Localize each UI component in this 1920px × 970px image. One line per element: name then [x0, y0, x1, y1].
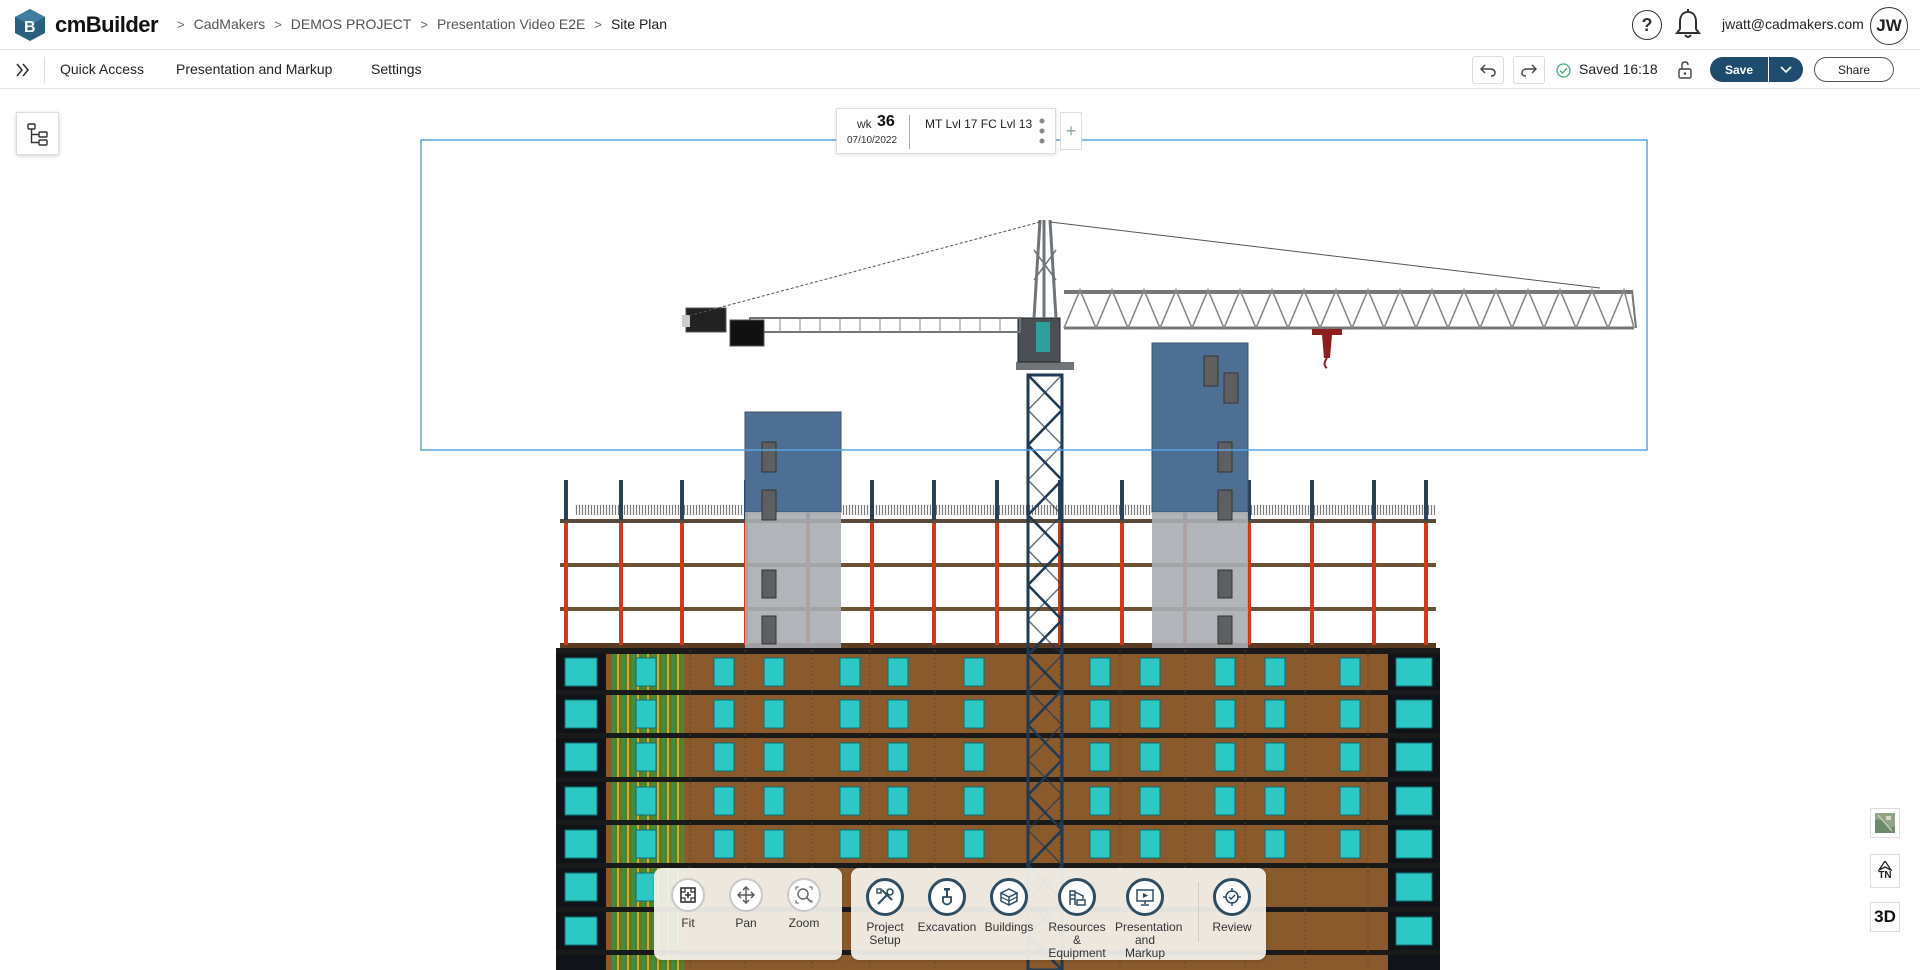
timeline-divider: [909, 115, 910, 149]
true-north-button[interactable]: TN: [1870, 854, 1900, 888]
more-options-icon[interactable]: [1038, 117, 1046, 145]
view-3d-toggle-button[interactable]: 3D: [1870, 902, 1900, 932]
shovel-icon: [928, 878, 966, 916]
excavation-button[interactable]: Excavation: [917, 878, 977, 934]
app-brand: cmBuilder: [55, 12, 159, 37]
help-icon: ?: [1641, 14, 1653, 35]
review-button[interactable]: Review: [1202, 878, 1262, 934]
week-number: 36: [877, 113, 895, 130]
buildings-button[interactable]: Buildings: [979, 878, 1039, 934]
true-north-label: TN: [1878, 870, 1892, 881]
chevron-right-icon: >: [420, 16, 428, 32]
steel-frame-upper-levels: [560, 480, 1436, 648]
expand-sidebar-button[interactable]: [12, 59, 34, 81]
chevron-right-icon: >: [274, 16, 282, 32]
menu-presentation-and-markup[interactable]: Presentation and Markup: [176, 61, 332, 77]
top-header: B cmBuilder > CadMakers > DEMOS PROJECT …: [0, 0, 1920, 50]
phase-label[interactable]: MT Lvl 17 FC Lvl 13: [925, 117, 1032, 131]
review-icon: [1213, 878, 1251, 916]
presentation-markup-label: Presentation and Markup: [1115, 920, 1183, 960]
cmbuilder-logo-icon[interactable]: B: [14, 8, 46, 42]
presentation-icon: [1126, 878, 1164, 916]
basemap-toggle-button[interactable]: [1870, 808, 1900, 838]
site-model-3d-view[interactable]: [0, 90, 1920, 970]
zoom-button[interactable]: Zoom: [774, 878, 834, 930]
undo-button[interactable]: [1472, 56, 1504, 84]
share-button[interactable]: Share: [1814, 57, 1894, 82]
week-label: wk: [857, 117, 872, 131]
project-setup-label: Project Setup: [866, 920, 904, 947]
view-tools-toolbar: Fit Pan Zoom: [654, 868, 842, 960]
schedule-timeline-card[interactable]: wk 36 07/10/2022 MT Lvl 17 FC Lvl 13: [836, 108, 1056, 154]
review-label: Review: [1212, 920, 1252, 934]
week-date: 07/10/2022: [847, 135, 898, 146]
fit-label: Fit: [681, 916, 695, 930]
model-viewport[interactable]: wk 36 07/10/2022 MT Lvl 17 FC Lvl 13 + F…: [0, 90, 1920, 970]
main-tools-toolbar: Project Setup Excavation Buildings Resour…: [851, 868, 1266, 960]
menu-quick-access[interactable]: Quick Access: [60, 61, 144, 77]
chevron-right-icon: >: [594, 16, 602, 32]
plus-icon: +: [1065, 120, 1077, 141]
add-phase-button[interactable]: +: [1060, 112, 1082, 150]
toolbar-divider: [1198, 882, 1199, 942]
model-tree-button[interactable]: [16, 112, 59, 155]
save-options-dropdown[interactable]: [1769, 57, 1803, 82]
user-email[interactable]: jwatt@cadmakers.com: [1722, 16, 1864, 32]
resources-equipment-button[interactable]: Resources & Equipment: [1047, 878, 1107, 960]
redo-icon: [1521, 64, 1537, 77]
resources-equipment-label: Resources & Equipment: [1048, 920, 1106, 960]
satellite-map-icon: [1875, 813, 1895, 833]
redo-button[interactable]: [1513, 56, 1545, 84]
pan-icon: [729, 878, 763, 912]
pan-button[interactable]: Pan: [716, 878, 776, 930]
breadcrumb: > CadMakers > DEMOS PROJECT > Presentati…: [168, 16, 667, 32]
chevron-down-icon: [1780, 65, 1792, 73]
tree-hierarchy-icon: [26, 122, 48, 146]
double-chevron-right-icon: [16, 63, 30, 77]
breadcrumb-item-cadmakers[interactable]: CadMakers: [194, 16, 266, 32]
fit-button[interactable]: Fit: [658, 878, 718, 930]
presentation-markup-button[interactable]: Presentation and Markup: [1115, 878, 1183, 960]
buildings-label: Buildings: [984, 920, 1034, 934]
building-core-left: [744, 411, 842, 648]
zoom-label: Zoom: [788, 916, 820, 930]
saved-check-icon: [1556, 63, 1571, 78]
breadcrumb-item-site-plan: Site Plan: [610, 16, 667, 32]
save-button[interactable]: Save: [1710, 57, 1768, 82]
equipment-icon: [1058, 878, 1096, 916]
user-avatar[interactable]: JW: [1870, 7, 1908, 45]
menu-bar: Quick Access Presentation and Markup Set…: [0, 51, 1920, 89]
saved-status: Saved 16:18: [1579, 61, 1658, 77]
building-core-right: [1151, 342, 1249, 648]
menu-divider: [44, 57, 45, 83]
breadcrumb-item-presentation-video[interactable]: Presentation Video E2E: [437, 16, 585, 32]
excavation-label: Excavation: [917, 920, 977, 934]
building-icon: [990, 878, 1028, 916]
menu-settings[interactable]: Settings: [371, 61, 422, 77]
notifications-bell-icon[interactable]: [1672, 8, 1704, 42]
svg-text:B: B: [24, 19, 36, 36]
zoom-icon: [787, 878, 821, 912]
undo-icon: [1480, 64, 1496, 77]
breadcrumb-item-demos-project[interactable]: DEMOS PROJECT: [291, 16, 412, 32]
help-button[interactable]: ?: [1632, 10, 1662, 40]
project-setup-button[interactable]: Project Setup: [855, 878, 915, 947]
fit-icon: [671, 878, 705, 912]
lock-icon[interactable]: [1676, 60, 1694, 80]
pan-label: Pan: [735, 916, 757, 930]
chevron-right-icon: >: [177, 16, 185, 32]
tools-icon: [866, 878, 904, 916]
